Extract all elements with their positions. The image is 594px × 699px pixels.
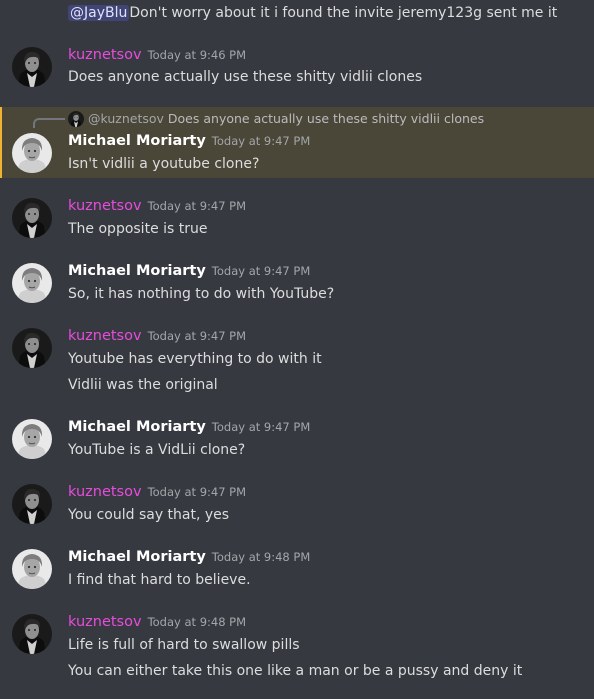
message-text: Does anyone actually use these shitty vi… xyxy=(68,69,423,85)
timestamp[interactable]: Today at 9:48 PM xyxy=(148,615,246,629)
kuznetsov-avatar[interactable] xyxy=(12,484,52,524)
message-text: Vidlii was the original xyxy=(68,377,218,393)
message-text: Isn't vidlii a youtube clone? xyxy=(68,156,260,172)
timestamp[interactable]: Today at 9:48 PM xyxy=(212,550,310,564)
reply-text: Does anyone actually use these shitty vi… xyxy=(167,111,485,126)
kuznetsov-avatar[interactable] xyxy=(12,198,52,238)
timestamp[interactable]: Today at 9:47 PM xyxy=(148,485,246,499)
message-header: Michael Moriarty Today at 9:47 PM xyxy=(68,419,310,435)
author-name[interactable]: Michael Moriarty xyxy=(68,419,206,435)
message-header: Michael Moriarty Today at 9:47 PM xyxy=(68,133,310,149)
author-name[interactable]: kuznetsov xyxy=(68,328,142,344)
user-mention[interactable]: @JayBlu xyxy=(68,5,130,21)
moriarty-avatar[interactable] xyxy=(12,263,52,303)
reply-avatar-icon xyxy=(68,111,84,127)
message-header: kuznetsov Today at 9:46 PM xyxy=(68,47,246,63)
reply-mention: @kuznetsov xyxy=(88,111,164,126)
moriarty-avatar[interactable] xyxy=(12,419,52,459)
message-text: You could say that, yes xyxy=(68,507,230,523)
message-text: Life is full of hard to swallow pills xyxy=(68,637,300,653)
moriarty-avatar[interactable] xyxy=(12,133,52,173)
message-header: Michael Moriarty Today at 9:48 PM xyxy=(68,549,310,565)
kuznetsov-avatar[interactable] xyxy=(12,328,52,368)
timestamp[interactable]: Today at 9:47 PM xyxy=(212,264,310,278)
message-text: YouTube is a VidLii clone? xyxy=(68,442,246,458)
timestamp[interactable]: Today at 9:46 PM xyxy=(148,48,246,62)
message-header: kuznetsov Today at 9:47 PM xyxy=(68,198,246,214)
timestamp[interactable]: Today at 9:47 PM xyxy=(212,134,310,148)
message-header: kuznetsov Today at 9:47 PM xyxy=(68,328,246,344)
timestamp[interactable]: Today at 9:47 PM xyxy=(148,199,246,213)
message-header: kuznetsov Today at 9:47 PM xyxy=(68,484,246,500)
author-name[interactable]: Michael Moriarty xyxy=(68,549,206,565)
author-name[interactable]: Michael Moriarty xyxy=(68,133,206,149)
reply-connector xyxy=(33,118,65,128)
moriarty-avatar[interactable] xyxy=(12,549,52,589)
message-header: Michael Moriarty Today at 9:47 PM xyxy=(68,263,310,279)
author-name[interactable]: kuznetsov xyxy=(68,47,142,63)
author-name[interactable]: kuznetsov xyxy=(68,198,142,214)
kuznetsov-avatar[interactable] xyxy=(12,47,52,87)
reply-preview[interactable]: @kuznetsov Does anyone actually use thes… xyxy=(88,111,484,126)
message-text: Don't worry about it i found the invite … xyxy=(129,5,558,21)
message-text: I find that hard to believe. xyxy=(68,572,251,588)
timestamp[interactable]: Today at 9:47 PM xyxy=(148,329,246,343)
author-name[interactable]: kuznetsov xyxy=(68,614,142,630)
author-name[interactable]: Michael Moriarty xyxy=(68,263,206,279)
message-text: You can either take this one like a man … xyxy=(68,663,523,679)
message-header: kuznetsov Today at 9:48 PM xyxy=(68,614,246,630)
message-continuation: @JayBlu Don't worry about it i found the … xyxy=(68,3,557,23)
author-name[interactable]: kuznetsov xyxy=(68,484,142,500)
kuznetsov-avatar[interactable] xyxy=(12,614,52,654)
message-text: The opposite is true xyxy=(68,221,208,237)
timestamp[interactable]: Today at 9:47 PM xyxy=(212,420,310,434)
message-text: So, it has nothing to do with YouTube? xyxy=(68,286,335,302)
message-text: Youtube has everything to do with it xyxy=(68,351,322,367)
